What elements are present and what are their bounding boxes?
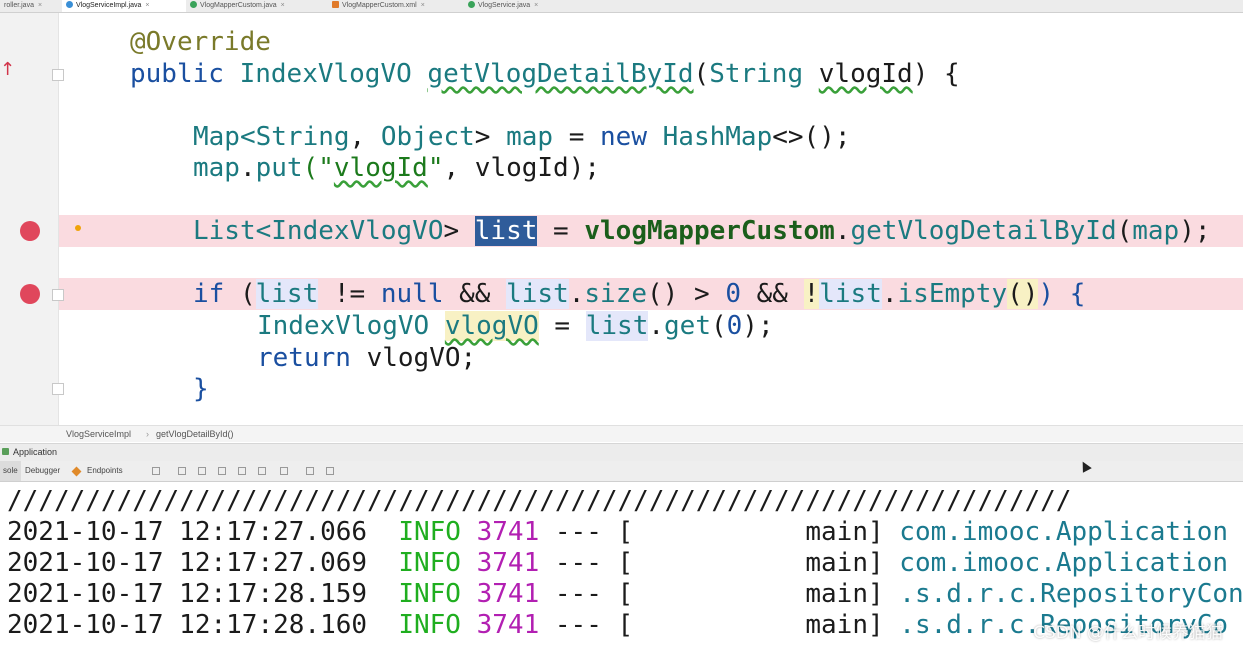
close-icon[interactable]: × bbox=[421, 2, 425, 9]
step-over-icon[interactable] bbox=[198, 467, 206, 475]
code-line-breakpoint[interactable]: List<IndexVlogVO> list = vlogMapperCusto… bbox=[193, 215, 1211, 247]
close-icon[interactable]: × bbox=[38, 2, 42, 9]
bulb-icon[interactable] bbox=[75, 225, 81, 231]
tab-label: VlogService.java bbox=[478, 2, 531, 9]
restore-layout-icon[interactable] bbox=[178, 467, 186, 475]
tab-endpoints[interactable]: Endpoints bbox=[84, 461, 126, 481]
watermark: CSDN @什么时候养猫猫 bbox=[1033, 623, 1223, 643]
log-line: 2021-10-17 12:17:27.066 INFO 3741 --- [ … bbox=[7, 517, 1229, 547]
tab-label: VlogMapperCustom.java bbox=[200, 2, 277, 9]
frames-icon[interactable] bbox=[306, 467, 314, 475]
fold-icon[interactable] bbox=[52, 289, 64, 301]
editor-tab-bar: roller.java × VlogServiceImpl.java × VlogM… bbox=[0, 0, 1243, 13]
tab-vlog-mapper-custom-xml[interactable]: VlogMapperCustom.xml × bbox=[328, 0, 464, 12]
step-out-icon[interactable] bbox=[238, 467, 246, 475]
settings-list-icon[interactable] bbox=[326, 467, 334, 475]
run-window-tabs: sole Debugger Endpoints bbox=[0, 461, 1243, 482]
code-line[interactable]: } bbox=[193, 373, 209, 405]
breadcrumb-separator: › bbox=[146, 429, 149, 439]
fold-icon[interactable] bbox=[52, 383, 64, 395]
interface-icon bbox=[468, 1, 475, 8]
tab-vlog-service-impl[interactable]: VlogServiceImpl.java × bbox=[62, 0, 186, 12]
breadcrumb-method[interactable]: getVlogDetailById() bbox=[156, 426, 234, 442]
run-to-cursor-icon[interactable] bbox=[258, 467, 266, 475]
evaluate-icon[interactable] bbox=[280, 467, 288, 475]
run-window-header: Application bbox=[0, 443, 1243, 461]
tab-label: roller.java bbox=[4, 2, 34, 9]
fold-icon[interactable] bbox=[52, 69, 64, 81]
tab-debugger[interactable]: Debugger bbox=[22, 461, 63, 481]
editor-gutter: ↑ bbox=[0, 13, 81, 425]
code-line[interactable]: @Override bbox=[130, 26, 271, 58]
tab-label: VlogServiceImpl.java bbox=[76, 2, 142, 9]
close-icon[interactable]: × bbox=[534, 2, 538, 9]
code-line[interactable]: Map<String, Object> map = new HashMap<>(… bbox=[193, 121, 851, 153]
tab-vlog-service[interactable]: VlogService.java × bbox=[464, 0, 578, 12]
tab-vlog-mapper-custom-java[interactable]: VlogMapperCustom.java × bbox=[186, 0, 328, 12]
tab-console[interactable]: sole bbox=[0, 461, 21, 481]
console-separator: ////////////////////////////////////////… bbox=[7, 486, 1072, 516]
breadcrumb-class[interactable]: VlogServiceImpl bbox=[66, 426, 131, 442]
run-config-icon bbox=[2, 448, 9, 455]
tab-controller[interactable]: roller.java × bbox=[0, 0, 62, 12]
endpoints-icon bbox=[71, 466, 82, 477]
log-line: 2021-10-17 12:17:28.159 INFO 3741 --- [ … bbox=[7, 579, 1243, 609]
breakpoint-icon[interactable] bbox=[20, 284, 40, 304]
log-line: 2021-10-17 12:17:27.069 INFO 3741 --- [ … bbox=[7, 548, 1229, 578]
xml-icon bbox=[332, 1, 339, 8]
breakpoint-icon[interactable] bbox=[20, 221, 40, 241]
close-icon[interactable]: × bbox=[145, 2, 149, 9]
code-line[interactable]: map.put("vlogId", vlogId); bbox=[193, 152, 600, 184]
code-line[interactable]: public IndexVlogVO getVlogDetailById(Str… bbox=[130, 58, 960, 90]
tab-label: VlogMapperCustom.xml bbox=[342, 2, 417, 9]
overrides-arrow-icon[interactable]: ↑ bbox=[0, 59, 15, 80]
code-line[interactable]: return vlogVO; bbox=[257, 342, 476, 374]
class-icon bbox=[66, 1, 73, 8]
code-line-breakpoint[interactable]: if (list != null && list.size() > 0 && !… bbox=[193, 278, 1085, 310]
step-into-icon[interactable] bbox=[218, 467, 226, 475]
interface-icon bbox=[190, 1, 197, 8]
menu-icon[interactable] bbox=[152, 467, 160, 475]
close-icon[interactable]: × bbox=[281, 2, 285, 9]
breadcrumb: VlogServiceImpl › getVlogDetailById() bbox=[0, 425, 1243, 442]
run-config-title[interactable]: Application bbox=[13, 444, 57, 461]
code-line[interactable]: IndexVlogVO vlogVO = list.get(0); bbox=[257, 310, 774, 342]
